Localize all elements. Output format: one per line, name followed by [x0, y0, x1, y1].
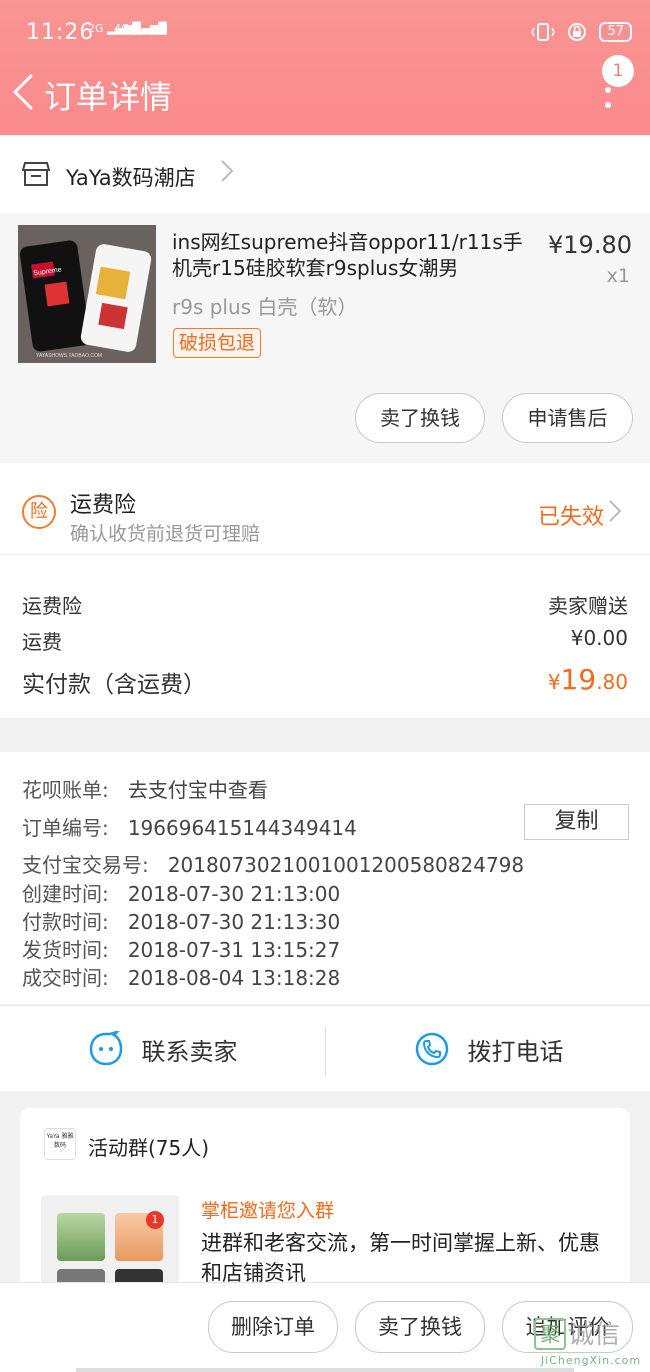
- completed-label: 成交时间:: [22, 966, 109, 990]
- alipay-row: 支付宝交易号: 2018073021001001200580824798: [22, 849, 524, 878]
- copy-button[interactable]: 复制: [524, 804, 629, 840]
- group-description: 进群和老客交流，第一时间掌握上新、优惠和店铺资讯: [201, 1231, 600, 1285]
- paid-value: 2018-07-30 21:13:30: [127, 910, 341, 934]
- alipay-label: 支付宝交易号:: [22, 853, 149, 877]
- vibrate-icon: [531, 22, 556, 42]
- header: 11:26 2G ▂▄▆█ 4G ▂▄▆█ 57 订单详情 1: [0, 0, 650, 135]
- call-phone-label: 拨打电话: [467, 1037, 564, 1066]
- order-number-row: 订单编号: 196696415144349414: [22, 812, 357, 841]
- phone-icon: [415, 1032, 448, 1066]
- more-dot-icon: [605, 86, 611, 93]
- product-price: ¥19.80: [548, 231, 632, 259]
- shop-row[interactable]: YaYa数码潮店: [0, 135, 650, 213]
- paid-row: 付款时间: 2018-07-30 21:13:30: [22, 906, 340, 935]
- page-title: 订单详情: [44, 78, 173, 116]
- product-image[interactable]: Supreme YAYASHOWS.TAOBAO.COM: [18, 225, 156, 363]
- shipping-fee-value: ¥0.00: [570, 626, 628, 650]
- total-decimal: .80: [596, 670, 628, 694]
- completed-row: 成交时间: 2018-08-04 13:18:28: [22, 962, 340, 991]
- alipay-value: 2018073021001001200580824798: [167, 853, 525, 877]
- chevron-left-icon: [12, 73, 34, 111]
- insurance-description: 确认收货前退货可理赔: [70, 523, 261, 545]
- paid-label: 付款时间:: [22, 910, 109, 934]
- shipped-value: 2018-07-31 13:15:27: [127, 938, 341, 962]
- contact-seller-label: 联系卖家: [141, 1037, 238, 1066]
- completed-value: 2018-08-04 13:18:28: [127, 966, 341, 990]
- product-title[interactable]: ins网红supreme抖音oppor11/r11s手机壳r15硅胶软套r9sp…: [172, 229, 532, 281]
- shipping-insurance-row[interactable]: 险 运费险 确认收货前退货可理赔 已失效: [0, 463, 650, 555]
- signal-4g-icon: 4G ▂▄▆█: [114, 22, 167, 35]
- chevron-right-icon: [608, 499, 622, 529]
- created-value: 2018-07-30 21:13:00: [127, 882, 341, 906]
- signal-4g-label: 4G: [114, 22, 130, 35]
- insurance-fee-value: 卖家赠送: [548, 594, 628, 618]
- back-button[interactable]: [10, 70, 46, 114]
- watermark-logo: 聚: [534, 1318, 566, 1350]
- total-paid-label: 实付款（含运费）: [22, 672, 206, 698]
- sell-for-cash-button[interactable]: 卖了换钱: [355, 393, 485, 443]
- sell-for-cash-button[interactable]: 卖了换钱: [355, 1301, 485, 1353]
- insurance-icon: 险: [22, 495, 56, 529]
- total-integer: 19: [560, 663, 597, 696]
- insurance-fee-label: 运费险: [22, 594, 82, 618]
- insurance-title: 运费险: [70, 493, 137, 518]
- shop-name: YaYa数码潮店: [66, 166, 196, 190]
- product-image-watermark: YAYASHOWS.TAOBAO.COM: [36, 353, 102, 359]
- shipping-fee-label: 运费: [22, 630, 62, 654]
- chat-bubble-icon: [89, 1031, 122, 1066]
- watermark-text: 诚信: [568, 1320, 621, 1350]
- signal-2g-label: 2G: [88, 22, 104, 35]
- group-logo: YaYa 雅雅 数码: [44, 1128, 76, 1160]
- order-number-value: 196696415144349414: [127, 816, 357, 840]
- more-menu-button[interactable]: [598, 82, 618, 112]
- after-sale-button[interactable]: 申请售后: [502, 393, 633, 443]
- store-icon: [22, 162, 50, 186]
- product-spec: r9s plus 白壳（软）: [172, 295, 358, 319]
- watermark-url: JiChengXin.com: [540, 1354, 642, 1367]
- fee-summary: 运费险 卖家赠送 运费 ¥0.00 实付款（含运费） ¥19.80: [0, 555, 650, 718]
- unread-badge: 1: [146, 1211, 164, 1229]
- huabei-row[interactable]: 花呗账单: 去支付宝中查看: [22, 774, 268, 803]
- call-phone-button[interactable]: 拨打电话: [326, 1006, 650, 1092]
- shipped-label: 发货时间:: [22, 938, 109, 962]
- chevron-right-icon: [220, 159, 234, 189]
- total-paid-value: ¥19.80: [548, 663, 628, 696]
- huabei-label: 花呗账单:: [22, 778, 109, 802]
- total-currency: ¥: [547, 670, 561, 694]
- status-time: 11:26: [26, 20, 95, 45]
- delete-order-button[interactable]: 删除订单: [208, 1301, 338, 1353]
- product-quantity: x1: [606, 265, 630, 287]
- created-row: 创建时间: 2018-07-30 21:13:00: [22, 878, 340, 907]
- group-name: 活动群(75人): [88, 1136, 210, 1160]
- product-card[interactable]: Supreme YAYASHOWS.TAOBAO.COM ins网红suprem…: [0, 213, 650, 463]
- order-info: 花呗账单: 去支付宝中查看 订单编号: 196696415144349414 复…: [0, 752, 650, 1004]
- status-bar: 11:26 2G ▂▄▆█ 4G ▂▄▆█ 57: [0, 0, 650, 66]
- more-dot-icon: [605, 101, 611, 108]
- order-number-label: 订单编号:: [22, 816, 109, 840]
- group-invite-text: 掌柜邀请您入群: [201, 1200, 335, 1222]
- insurance-status: 已失效: [537, 505, 604, 530]
- huabei-value[interactable]: 去支付宝中查看: [128, 778, 268, 802]
- shipped-row: 发货时间: 2018-07-31 13:15:27: [22, 934, 340, 963]
- site-watermark: 聚 诚信 JiChengXin.com: [532, 1312, 650, 1370]
- contact-bar: 联系卖家 拨打电话: [0, 1005, 650, 1091]
- activity-group-card[interactable]: YaYa 雅雅 数码 活动群(75人) 1 掌柜邀请您入群 进群和老客交流，第一…: [20, 1108, 630, 1308]
- lock-icon: [565, 22, 589, 42]
- home-indicator: [76, 1368, 574, 1372]
- created-label: 创建时间:: [22, 882, 109, 906]
- damage-refund-tag: 破损包退: [173, 328, 262, 358]
- contact-seller-button[interactable]: 联系卖家: [0, 1006, 325, 1092]
- avatar: [57, 1213, 105, 1261]
- battery-indicator: 57: [599, 22, 632, 42]
